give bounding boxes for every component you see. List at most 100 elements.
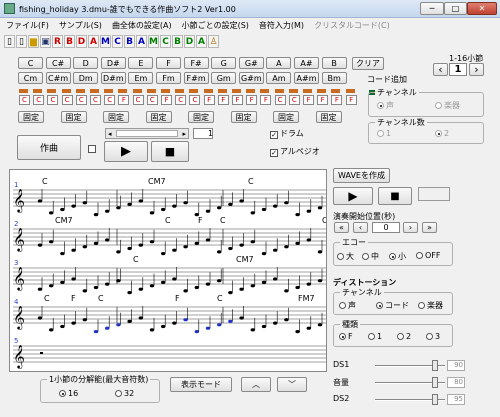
resolution-16[interactable]: 16	[59, 389, 78, 398]
menu-file[interactable]: ファイル(F)	[6, 19, 49, 32]
channel-count-2[interactable]: 2	[435, 129, 449, 138]
chord-slot[interactable]: F	[331, 95, 343, 105]
effect-slider[interactable]: 90	[375, 360, 465, 372]
resolution-32[interactable]: 32	[115, 389, 134, 398]
chord-button-10[interactable]: A#	[294, 57, 319, 69]
chord-button-7[interactable]: G	[211, 57, 237, 69]
tool-chord-2[interactable]: D	[76, 35, 87, 48]
chord-button-2[interactable]: D	[73, 57, 99, 69]
fix-button-2[interactable]: 固定	[103, 111, 129, 123]
chord-minor-button-6[interactable]: F#m	[183, 72, 209, 84]
echo-opt-mid[interactable]: 中	[362, 251, 379, 262]
menu-sample[interactable]: サンプル(S)	[59, 19, 102, 32]
chord-slot[interactable]: C	[75, 95, 87, 105]
clear-button[interactable]: クリア	[352, 57, 384, 70]
chord-minor-button-5[interactable]: Fm	[156, 72, 181, 84]
echo-opt-large[interactable]: 大	[337, 251, 354, 262]
new-doc-icon[interactable]: ▯	[16, 35, 27, 48]
measure-next-button[interactable]: ›	[469, 63, 484, 76]
seek-last-button[interactable]: »	[422, 222, 437, 233]
chord-minor-button-1[interactable]: C#m	[45, 72, 71, 84]
chord-slot[interactable]: F	[118, 95, 130, 105]
chord-button-8[interactable]: G#	[238, 57, 264, 69]
chord-minor-button-3[interactable]: D#m	[100, 72, 126, 84]
chord-slot[interactable]: F	[161, 95, 172, 105]
chord-minor-button-9[interactable]: Am	[266, 72, 292, 84]
wave-button[interactable]: WAVEを作成	[333, 168, 390, 183]
dist-opt-inst[interactable]: 楽器	[418, 300, 443, 311]
chord-button-11[interactable]: B	[321, 57, 347, 69]
chord-minor-button-11[interactable]: Bm	[321, 72, 347, 84]
chord-minor-button-0[interactable]: Cm	[18, 72, 43, 84]
effect-slider[interactable]: 95	[375, 394, 465, 406]
chord-slot[interactable]: F	[232, 95, 243, 105]
dist-type-1[interactable]: 1	[368, 332, 382, 341]
chord-slot[interactable]: F	[217, 95, 229, 105]
chord-slot[interactable]: F	[317, 95, 329, 105]
dist-opt-chord[interactable]: コード	[376, 300, 409, 311]
tool-chord-5[interactable]: C	[112, 35, 123, 48]
compose-button[interactable]: 作曲	[17, 135, 81, 160]
chord-slot[interactable]: C	[90, 95, 101, 105]
chord-slot[interactable]: F	[345, 95, 357, 105]
scroll-up-button[interactable]: ︿	[241, 377, 271, 392]
menu-song-settings[interactable]: 曲全体の設定(A)	[112, 19, 172, 32]
chord-slot[interactable]: C	[175, 95, 187, 105]
tool-chord-8[interactable]: M	[148, 35, 159, 48]
fix-button-5[interactable]: 固定	[230, 111, 257, 123]
slot-scrollbar[interactable]: ◂ ▸	[105, 128, 189, 139]
fix-button-1[interactable]: 固定	[60, 111, 87, 123]
chord-slot[interactable]: C	[47, 95, 59, 105]
chord-button-5[interactable]: F	[156, 57, 181, 69]
slider-thumb[interactable]	[431, 377, 438, 388]
display-mode-button[interactable]: 表示モード	[170, 377, 232, 392]
slider-thumb[interactable]	[432, 360, 439, 371]
echo-opt-off[interactable]: OFF	[416, 251, 441, 260]
chord-button-0[interactable]: C	[18, 57, 43, 69]
seek-next-button[interactable]: ›	[403, 222, 418, 233]
tool-chord-9[interactable]: C	[160, 35, 171, 48]
channel-count-1[interactable]: 1	[377, 129, 391, 138]
seek-first-button[interactable]: «	[334, 222, 349, 233]
tool-chord-12[interactable]: A	[196, 35, 207, 48]
echo-opt-small[interactable]: 小	[389, 251, 406, 262]
tool-chord-0[interactable]: R	[52, 35, 63, 48]
chord-slot[interactable]: C	[104, 95, 116, 105]
tool-chord-4[interactable]: M	[100, 35, 111, 48]
fix-button-3[interactable]: 固定	[145, 111, 172, 123]
effect-slider[interactable]: 80	[375, 377, 465, 389]
chord-button-4[interactable]: E	[128, 57, 154, 69]
fix-button-7[interactable]: 固定	[315, 111, 342, 123]
chord-slot[interactable]: C	[189, 95, 201, 105]
chord-button-9[interactable]: A	[266, 57, 292, 69]
chord-button-6[interactable]: F#	[183, 57, 209, 69]
play-button[interactable]: ▶	[104, 141, 148, 162]
tool-chord-10[interactable]: B	[172, 35, 183, 48]
chord-minor-button-2[interactable]: Dm	[73, 72, 99, 84]
close-button[interactable]: ✕	[467, 2, 497, 15]
chord-slot[interactable]: C	[61, 95, 73, 105]
chord-slot[interactable]: C	[132, 95, 144, 105]
scroll-down-button[interactable]: ﹀	[277, 377, 307, 392]
wave-play-button[interactable]: ▶	[333, 187, 373, 205]
chord-slot[interactable]: C	[19, 95, 30, 105]
chord-slot[interactable]: C	[288, 95, 300, 105]
tool-chord-7[interactable]: A	[136, 35, 147, 48]
chord-minor-button-10[interactable]: A#m	[294, 72, 319, 84]
fix-button-6[interactable]: 固定	[273, 111, 299, 123]
compose-checkbox[interactable]	[88, 145, 98, 154]
fix-button-4[interactable]: 固定	[188, 111, 214, 123]
measure-prev-button[interactable]: ‹	[433, 63, 448, 76]
dist-type-3[interactable]: 3	[426, 332, 440, 341]
open-folder-icon[interactable]: ▆	[28, 35, 39, 48]
tool-chord-6[interactable]: B	[124, 35, 135, 48]
seek-prev-button[interactable]: ‹	[353, 222, 368, 233]
fix-button-0[interactable]: 固定	[18, 111, 44, 123]
chord-slot[interactable]: C	[274, 95, 286, 105]
chord-minor-button-7[interactable]: Gm	[211, 72, 237, 84]
slider-thumb[interactable]	[432, 394, 439, 405]
arpeggio-checkbox[interactable]: ✓ アルペジオ	[270, 146, 320, 157]
chord-slot[interactable]: C	[146, 95, 158, 105]
drum-checkbox[interactable]: ✓ ドラム	[270, 128, 304, 139]
save-icon[interactable]: ▣	[40, 35, 51, 48]
